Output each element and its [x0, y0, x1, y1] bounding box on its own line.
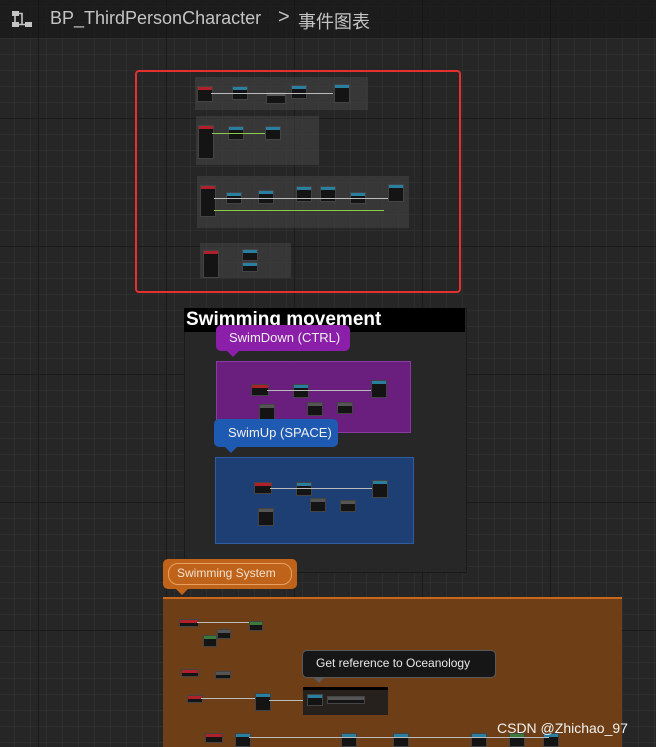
- breadcrumb-blueprint[interactable]: BP_ThirdPersonCharacter: [50, 8, 261, 29]
- swim-up-label: SwimUp (SPACE): [228, 425, 332, 440]
- graph-node[interactable]: [215, 671, 231, 679]
- graph-node[interactable]: [293, 384, 309, 398]
- watermark: CSDN @Zhichao_97: [497, 720, 628, 736]
- graph-wire: [267, 390, 371, 391]
- graph-node[interactable]: [340, 500, 356, 512]
- swim-down-bubble-tail: [227, 351, 239, 357]
- graph-wire: [201, 698, 255, 699]
- swimming-system-label: Swimming System: [177, 566, 276, 580]
- graph-node[interactable]: [255, 693, 271, 711]
- selection-rectangle: [135, 70, 461, 293]
- graph-node[interactable]: [372, 480, 388, 498]
- graph-wire: [197, 622, 249, 623]
- graph-node[interactable]: [371, 380, 387, 398]
- swim-down-label: SwimDown (CTRL): [229, 330, 341, 345]
- blueprint-graph-icon: [10, 8, 34, 30]
- get-reference-label: Get reference to Oceanology: [316, 656, 471, 670]
- breadcrumb-separator: >: [278, 6, 290, 28]
- get-reference-group[interactable]: [303, 687, 388, 715]
- graph-node[interactable]: [249, 621, 263, 631]
- graph-node[interactable]: [307, 694, 323, 706]
- graph-node[interactable]: [217, 629, 231, 639]
- swimming-system-bubble-tail: [176, 589, 188, 595]
- graph-node[interactable]: [307, 402, 323, 416]
- get-reference-bubble-tail: [313, 677, 325, 683]
- graph-node[interactable]: [310, 498, 326, 512]
- graph-node[interactable]: [203, 635, 217, 647]
- swim-up-comment-box[interactable]: [215, 457, 414, 544]
- swim-up-bubble-tail: [225, 447, 237, 453]
- graph-wire: [270, 488, 372, 489]
- graph-wire: [269, 700, 303, 701]
- graph-node[interactable]: [337, 402, 353, 414]
- graph-node[interactable]: [187, 695, 203, 703]
- graph-node[interactable]: [181, 669, 199, 677]
- graph-wire: [249, 737, 549, 738]
- graph-node[interactable]: [258, 508, 274, 526]
- graph-node[interactable]: [296, 482, 312, 496]
- breadcrumb-graph[interactable]: 事件图表: [298, 8, 370, 34]
- graph-node[interactable]: [205, 733, 223, 743]
- graph-node[interactable]: [179, 619, 199, 627]
- graph-node[interactable]: [327, 696, 365, 704]
